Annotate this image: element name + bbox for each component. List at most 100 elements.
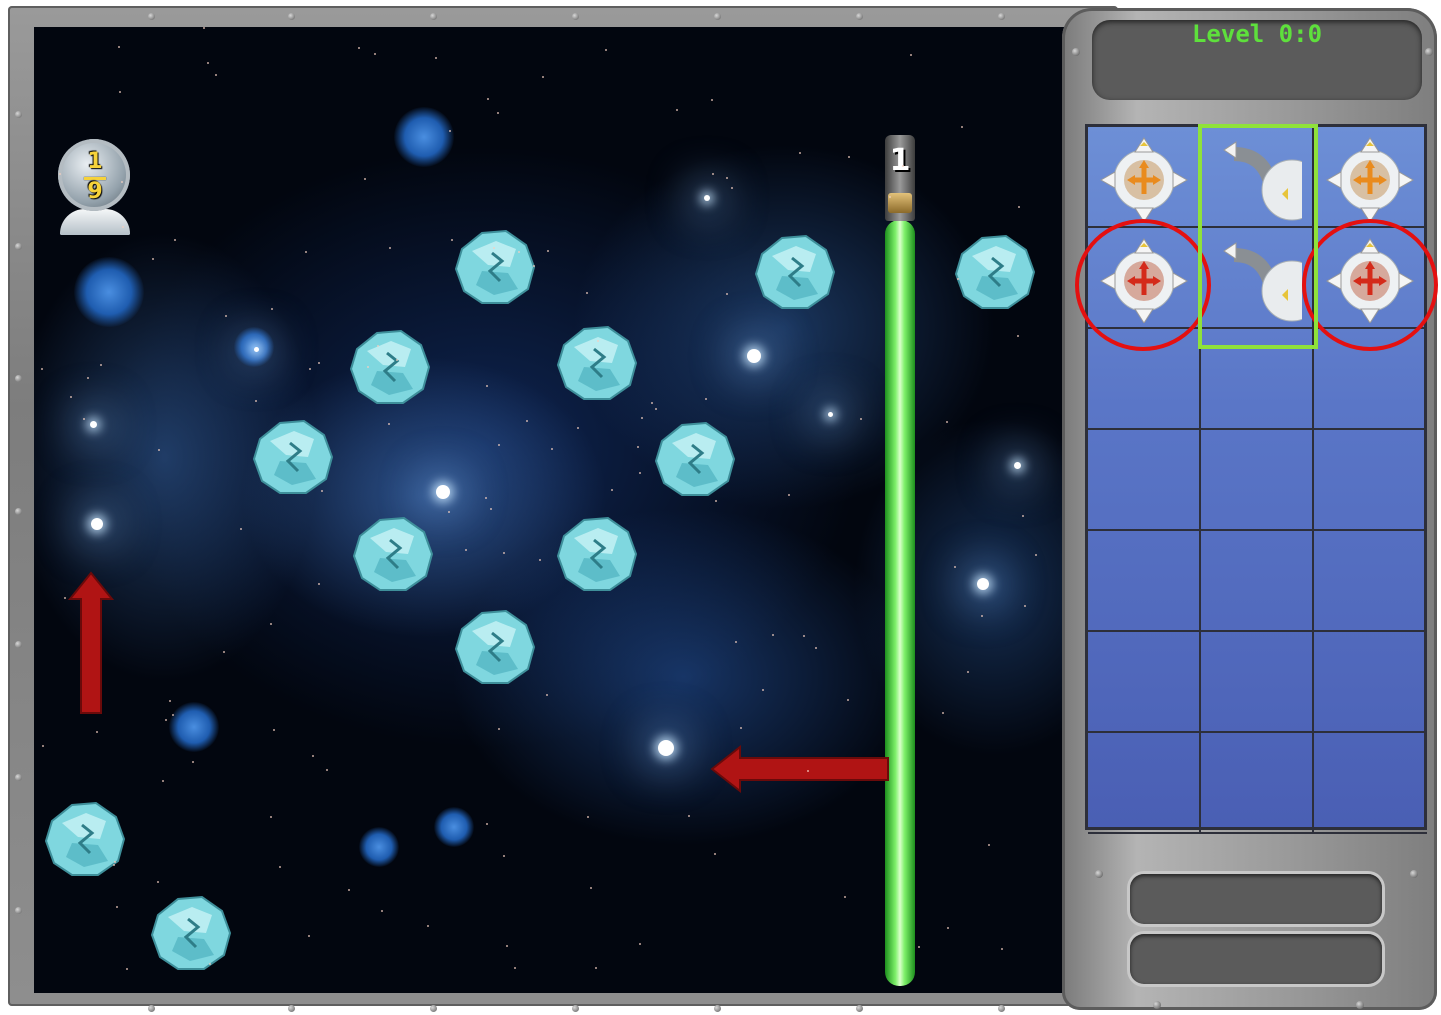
star-dust [498, 728, 500, 730]
level-display: Level 0:0 [1092, 20, 1422, 100]
frame-rivet [15, 375, 22, 382]
star-dust [305, 251, 307, 253]
star-dust [96, 731, 98, 733]
star-dust [192, 761, 194, 763]
star-dust [590, 887, 592, 889]
palette-cell[interactable] [1201, 632, 1314, 733]
star-dust [312, 755, 314, 757]
palette-cell[interactable] [1201, 733, 1314, 834]
star-dust [676, 109, 678, 111]
star-dust [83, 418, 85, 420]
bottom-slot-1[interactable] [1130, 874, 1382, 924]
asteroid[interactable] [350, 514, 436, 594]
star-dust [503, 855, 505, 857]
laser-emitter[interactable]: 1 [885, 135, 915, 221]
asteroid[interactable] [42, 799, 128, 879]
star-dust [547, 250, 549, 252]
up-arrow-icon [68, 571, 114, 714]
asteroid[interactable] [752, 232, 838, 312]
frame-rivet [15, 641, 22, 648]
palette-cell[interactable] [1201, 531, 1314, 632]
star-dust [270, 816, 272, 818]
star-dust [889, 196, 891, 198]
star-dust [318, 583, 320, 585]
asteroid[interactable] [452, 227, 538, 307]
asteroid[interactable] [452, 607, 538, 687]
star-dust [981, 615, 983, 617]
star-dust [162, 780, 164, 782]
panel-screw [1425, 48, 1433, 56]
orange-fork-splitter-icon[interactable] [1325, 132, 1415, 222]
star-dust [87, 377, 89, 379]
star-dust [860, 418, 862, 420]
star-dust [270, 623, 272, 625]
star-dust [847, 699, 849, 701]
asteroid[interactable] [554, 323, 640, 403]
asteroid[interactable] [250, 417, 336, 497]
asteroid[interactable] [347, 327, 433, 407]
frame-rivet [572, 13, 579, 20]
star-dust [215, 74, 217, 76]
frame-rivet [856, 13, 863, 20]
panel-screw [1410, 870, 1418, 878]
asteroid[interactable] [554, 514, 640, 594]
star-dust [465, 549, 467, 551]
palette-cell[interactable] [1088, 531, 1201, 632]
frame-rivet [148, 1005, 155, 1012]
star-dust [64, 597, 66, 599]
star-dust [59, 173, 61, 175]
star-dust [490, 508, 492, 510]
asteroid[interactable] [148, 893, 234, 973]
star-dust [954, 566, 956, 568]
star-dust [497, 112, 499, 114]
star-dust [273, 729, 275, 731]
palette-cell[interactable] [1088, 733, 1201, 834]
star-dust [118, 46, 120, 48]
star-dust [546, 694, 548, 696]
star-dust [551, 448, 553, 450]
star-dust [740, 727, 742, 729]
asteroid[interactable] [952, 232, 1038, 312]
star-dust [595, 967, 597, 969]
star-dust [688, 815, 690, 817]
star-dust [918, 946, 920, 948]
panel-screw [1356, 1001, 1364, 1009]
star-dust [158, 449, 160, 451]
star-dust [526, 420, 528, 422]
frame-rivet [998, 13, 1005, 20]
frame-rivet [15, 907, 22, 914]
palette-cell[interactable] [1088, 430, 1201, 531]
star-dust [542, 76, 544, 78]
asteroid[interactable] [652, 419, 738, 499]
palette-cell[interactable] [1088, 632, 1201, 733]
palette-cell[interactable] [1314, 632, 1427, 733]
orange-turn-splitter-icon[interactable] [1099, 132, 1189, 222]
star-dust [506, 945, 508, 947]
palette-cell[interactable] [1201, 430, 1314, 531]
small-star [828, 412, 833, 417]
star-dust [815, 647, 817, 649]
star-dust [902, 165, 904, 167]
star-dust [449, 130, 451, 132]
star-dust [518, 251, 520, 253]
bright-star [91, 518, 103, 530]
nebula-glow [74, 257, 144, 327]
palette-cell[interactable] [1314, 733, 1427, 834]
frame-rivet [430, 13, 437, 20]
star-dust [116, 906, 118, 908]
star-dust [367, 366, 369, 368]
playfield[interactable]: 1 9 1 [34, 27, 1074, 993]
star-dust [611, 489, 613, 491]
star-dust [100, 364, 102, 366]
bright-star [436, 485, 450, 499]
star-dust [203, 27, 205, 29]
palette-cell[interactable] [1314, 531, 1427, 632]
star-dust [498, 444, 500, 446]
palette-cell[interactable] [1314, 430, 1427, 531]
bottom-slot-2[interactable] [1130, 934, 1382, 984]
star-dust [493, 247, 495, 249]
star-dust [486, 385, 488, 387]
panel-screw [1072, 48, 1080, 56]
star-dust [326, 769, 328, 771]
nebula-glow [169, 702, 219, 752]
